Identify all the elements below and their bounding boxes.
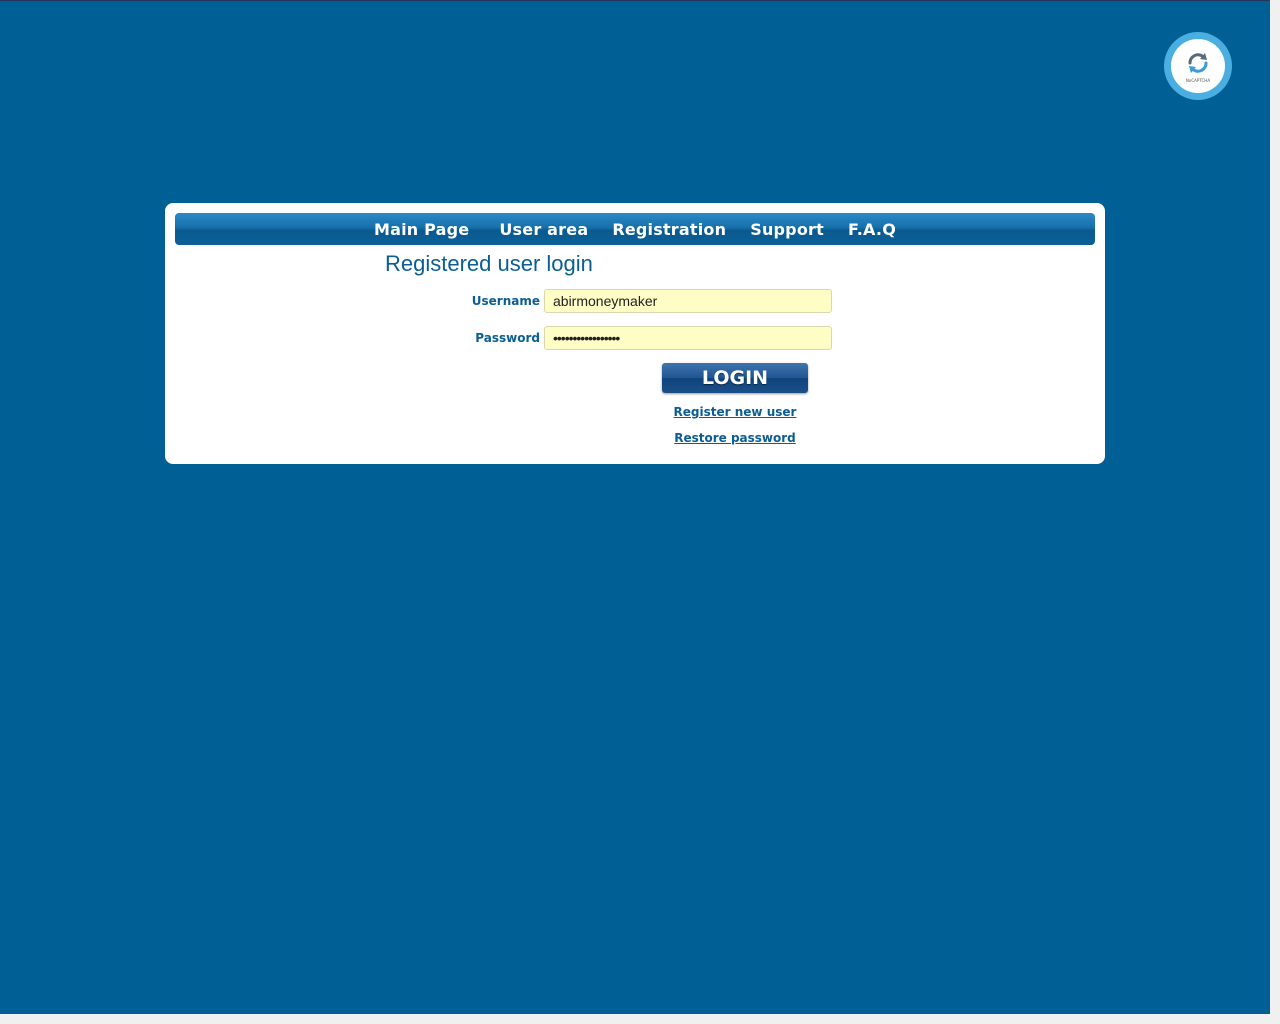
vertical-scrollbar[interactable] (1270, 0, 1280, 1014)
register-new-user-link[interactable]: Register new user (165, 405, 1280, 419)
password-row: Password (165, 326, 1105, 350)
restore-password-link[interactable]: Restore password (165, 431, 1280, 445)
username-row: Username (165, 289, 1105, 313)
username-input[interactable] (544, 289, 832, 313)
nav-registration[interactable]: Registration (612, 220, 726, 239)
password-input[interactable] (544, 326, 832, 350)
captcha-brand-label: NoCAPTCHA (1185, 78, 1211, 83)
nav-faq[interactable]: F.A.Q (848, 220, 896, 239)
nav-main-page[interactable]: Main Page (374, 220, 469, 239)
captcha-badge-inner: NoCAPTCHA (1171, 39, 1225, 93)
page-background: NoCAPTCHA Main Page User area Registrati… (0, 0, 1270, 1014)
refresh-icon (1188, 53, 1208, 73)
login-button[interactable]: LOGIN (662, 363, 808, 393)
main-navigation: Main Page User area Registration Support… (175, 213, 1095, 245)
captcha-badge[interactable]: NoCAPTCHA (1164, 32, 1232, 100)
page-title: Registered user login (385, 251, 593, 276)
horizontal-scrollbar[interactable] (0, 1014, 1280, 1024)
username-label: Username (471, 294, 540, 308)
nav-support[interactable]: Support (750, 220, 824, 239)
nav-user-area[interactable]: User area (499, 220, 588, 239)
login-panel: Main Page User area Registration Support… (165, 203, 1105, 464)
password-label: Password (475, 331, 540, 345)
